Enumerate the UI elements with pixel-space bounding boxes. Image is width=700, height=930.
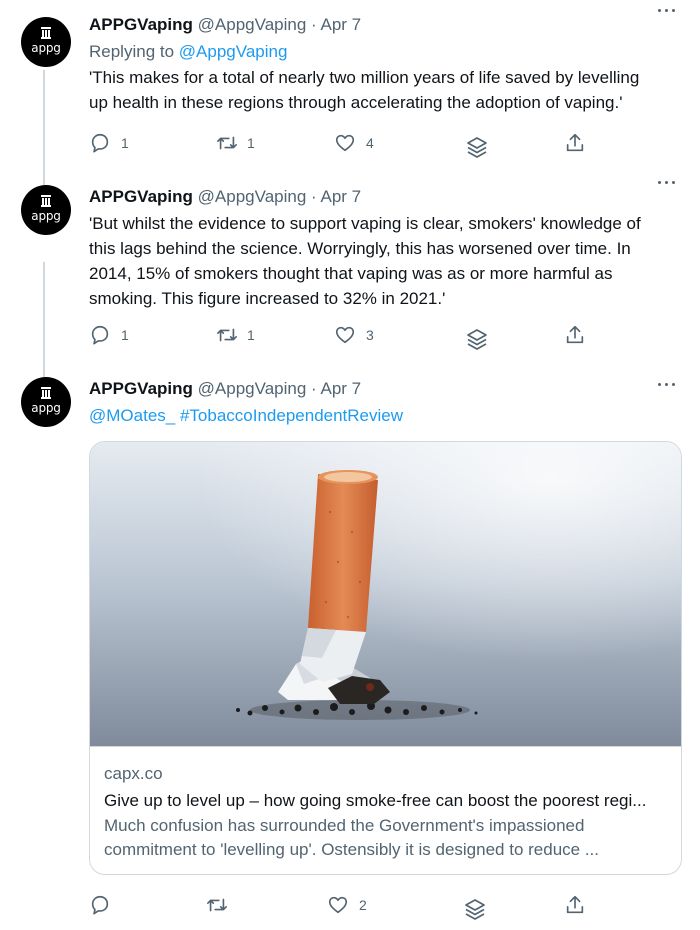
like-icon — [335, 134, 355, 152]
reply-icon — [91, 895, 109, 915]
building-icon — [41, 27, 51, 39]
card-image[interactable] — [90, 442, 681, 746]
author-handle[interactable]: @AppgVaping — [198, 15, 307, 34]
like-count: 3 — [366, 327, 374, 343]
tweet[interactable]: appg APPGVaping @AppgVaping · Apr 7 'But… — [0, 181, 700, 377]
stack-icon — [467, 329, 487, 350]
meta-separator: · — [311, 15, 317, 34]
tweet-text-line: 2014, 15% of smokers thought that vaping… — [89, 264, 613, 283]
author-name[interactable]: APPGVaping — [89, 187, 193, 206]
like-count: 2 — [359, 897, 367, 913]
stack-icon — [467, 137, 487, 158]
card-description-line: commitment to 'levelling up'. Ostensibly… — [104, 840, 600, 859]
stack-icon — [465, 899, 485, 920]
mention-link[interactable]: @MOates_ — [89, 406, 175, 425]
tweet-date[interactable]: Apr 7 — [321, 379, 362, 398]
author-name[interactable]: APPGVaping — [89, 15, 193, 34]
tweet[interactable]: appg APPGVaping @AppgVaping · Apr 7 Repl… — [0, 0, 700, 182]
more-icon[interactable] — [656, 376, 678, 392]
reply-count: 1 — [121, 135, 129, 151]
retweet-count: 1 — [247, 135, 255, 151]
more-icon[interactable] — [656, 174, 678, 190]
like-icon — [335, 326, 355, 344]
share-icon — [566, 895, 584, 914]
tweet-date[interactable]: Apr 7 — [321, 187, 362, 206]
author-handle[interactable]: @AppgVaping — [198, 379, 307, 398]
share-icon — [566, 133, 584, 152]
tweet-text-line: up health in these regions through accel… — [89, 93, 623, 112]
more-icon[interactable] — [656, 2, 678, 18]
tweet-text-line: 'But whilst the evidence to support vapi… — [89, 214, 641, 233]
retweet-icon — [217, 328, 237, 342]
tweet-text-line: this lags behind the science. Worryingly… — [89, 239, 631, 258]
tweet-text-line: @MOates_ #TobaccoIndependentReview — [89, 403, 403, 428]
tweet-actions: 1 1 4 — [0, 132, 700, 158]
meta-separator: · — [311, 379, 317, 398]
avatar-label: appg — [31, 41, 61, 55]
like-count: 4 — [366, 135, 374, 151]
replying-prefix: Replying to — [89, 42, 179, 61]
replying-handle-link[interactable]: @AppgVaping — [179, 42, 288, 61]
tweet-actions: 2 — [0, 894, 700, 920]
replying-to: Replying to @AppgVaping — [89, 39, 287, 64]
author-handle[interactable]: @AppgVaping — [198, 187, 307, 206]
retweet-icon — [207, 898, 227, 912]
avatar-label: appg — [31, 209, 61, 223]
reply-icon — [91, 325, 109, 345]
hashtag-link[interactable]: #TobaccoIndependentReview — [180, 406, 403, 425]
card-domain: capx.co — [104, 764, 163, 783]
reply-icon — [91, 133, 109, 153]
avatar[interactable]: appg — [21, 17, 71, 67]
like-icon — [328, 896, 348, 914]
author-name[interactable]: APPGVaping — [89, 379, 193, 398]
card-title: Give up to level up – how going smoke-fr… — [104, 791, 647, 810]
retweet-count: 1 — [247, 327, 255, 343]
avatar[interactable]: appg — [21, 377, 71, 427]
card-divider — [90, 746, 681, 747]
meta-separator: · — [311, 187, 317, 206]
tweet-actions: 1 1 3 — [0, 324, 700, 350]
building-icon — [41, 387, 51, 399]
retweet-icon — [217, 136, 237, 150]
share-icon — [566, 325, 584, 344]
tweet-text-line: 'This makes for a total of nearly two mi… — [89, 68, 640, 87]
avatar-label: appg — [31, 401, 61, 415]
building-icon — [41, 195, 51, 207]
tweet-date[interactable]: Apr 7 — [321, 15, 362, 34]
card-description-line: Much confusion has surrounded the Govern… — [104, 816, 585, 835]
reply-count: 1 — [121, 327, 129, 343]
link-card[interactable]: capx.co Give up to level up – how going … — [89, 441, 682, 875]
tweet-text-line: smoking. This figure increased to 32% in… — [89, 289, 446, 308]
avatar[interactable]: appg — [21, 185, 71, 235]
